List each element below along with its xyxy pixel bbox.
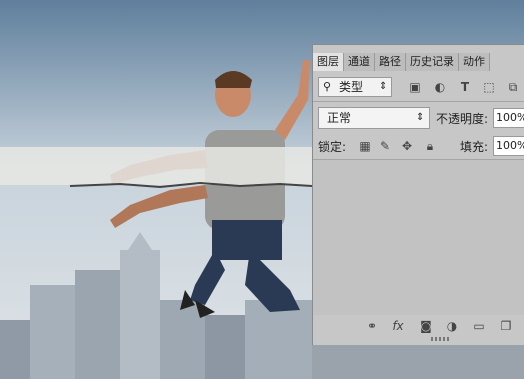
lock-transparent-icon[interactable]: ▦ [358,139,372,153]
panel-tabs: 图层 通道 路径 历史记录 动作 [313,53,524,71]
resize-handle[interactable] [431,337,451,341]
glitch-strip-top [0,147,312,185]
smart-object-filter-icon[interactable]: ⧉ [506,80,520,94]
tab-history[interactable]: 历史记录 [406,53,459,71]
blend-mode-select[interactable]: 正常 ⇕ [318,107,430,129]
tab-channels[interactable]: 通道 [344,53,375,71]
shape-filter-icon[interactable]: ⬚ [482,80,496,94]
fill-input[interactable]: 100% [493,136,524,156]
lock-row: 锁定: ▦ ✎ ✥ 🔒︎ 填充: 100% [313,135,524,157]
type-filter-icon[interactable]: T [458,80,472,94]
lock-move-icon[interactable]: ✥ [400,139,414,153]
mask-icon[interactable]: ◙ [419,319,433,333]
opacity-label: 不透明度: [436,112,489,126]
panel-footer: ⚭ fx ◙ ◑ ▭ ❐ [313,317,524,335]
blend-row: 正常 ⇕ 不透明度: 100% [313,107,524,129]
fx-icon[interactable]: fx [391,319,405,333]
layers-list[interactable] [313,160,524,315]
layer-filter-select[interactable]: ⚲ 类型 ⇕ [318,77,392,97]
chevron-updown-icon: ⇕ [416,112,425,123]
fill-value: 100% [496,139,524,152]
opacity-value: 100% [496,111,524,124]
filter-row: ⚲ 类型 ⇕ ▣ ◐ T ⬚ ⧉ [313,77,524,97]
opacity-input[interactable]: 100% [493,108,524,128]
link-icon[interactable]: ⚭ [365,319,379,333]
lock-paint-icon[interactable]: ✎ [378,139,392,153]
adjustment-layer-icon[interactable]: ◑ [445,319,459,333]
lock-all-icon[interactable]: 🔒︎ [423,139,437,153]
adjustment-filter-icon[interactable]: ◐ [433,80,447,94]
divider [313,101,524,102]
fill-label: 填充: [460,140,489,154]
tab-layers[interactable]: 图层 [313,53,344,71]
lock-label: 锁定: [318,140,347,154]
chevron-updown-icon: ⇕ [379,81,388,92]
search-icon: ⚲ [323,80,332,93]
layers-panel: 图层 通道 路径 历史记录 动作 ⚲ 类型 ⇕ ▣ ◐ T ⬚ ⧉ 正常 ⇕ 不… [312,44,524,345]
folder-icon[interactable]: ▭ [472,319,486,333]
image-filter-icon[interactable]: ▣ [408,80,422,94]
new-layer-icon[interactable]: ❐ [499,319,513,333]
tab-actions[interactable]: 动作 [459,53,490,71]
tab-paths[interactable]: 路径 [375,53,406,71]
filter-type-label: 类型 [339,80,364,94]
blend-mode-value: 正常 [327,111,352,125]
